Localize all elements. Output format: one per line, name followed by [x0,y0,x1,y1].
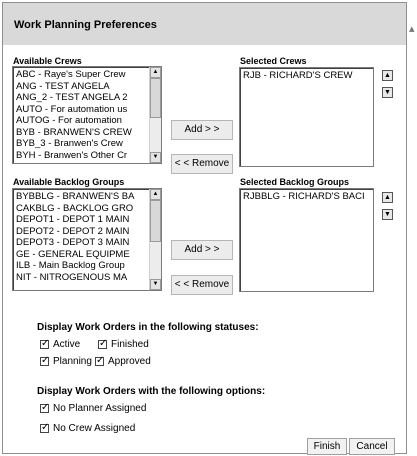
no-crew-assigned-option[interactable]: ✓ No Crew Assigned [40,422,135,434]
status-planning-option[interactable]: ✓ Planning [40,355,92,367]
list-item[interactable]: ABC - Raye's Super Crew [15,69,148,81]
scroll-up-icon[interactable]: ▲ [150,67,161,78]
selected-crews-list[interactable]: RJB - RICHARD'S CREW [239,67,374,167]
dialog-title: Work Planning Preferences [14,19,157,31]
list-item[interactable]: BYB - BRANWEN'S CREW [15,127,148,139]
selected-crews-label: Selected Crews [240,56,307,66]
scroll-caret-icon: ▴ [409,23,415,35]
checkbox[interactable]: ✓ [40,338,50,349]
list-item[interactable]: ANG - TEST ANGELA [15,81,148,93]
list-item[interactable]: RJBBLG - RICHARD'S BACI [242,191,371,203]
available-backlog-list[interactable]: BYBBLG - BRANWEN'S BA CAKBLG - BACKLOG GR… [12,188,162,291]
no-planner-assigned-option[interactable]: ✓ No Planner Assigned [40,402,146,414]
checkmark-icon: ✓ [96,355,105,366]
status-approved-option[interactable]: ✓ Approved [95,355,151,367]
move-down-icon[interactable]: ▼ [382,209,393,220]
dialog-title-bar: Work Planning Preferences [3,3,406,45]
list-item[interactable]: RJB - RICHARD'S CREW [242,70,371,82]
list-item[interactable]: DEPOT3 - DEPOT 3 MAIN [15,237,148,249]
list-item[interactable]: BYH - Branwen's Other Cr [15,150,148,162]
move-down-icon[interactable]: ▼ [382,87,393,98]
list-item[interactable]: ILB - Main Backlog Group [15,260,148,272]
scroll-up-icon[interactable]: ▲ [150,189,161,200]
checkmark-icon: ✓ [41,402,50,413]
list-item[interactable]: AUTOG - For automation [15,115,148,127]
checkbox[interactable]: ✓ [40,402,50,413]
list-item[interactable]: GE - GENERAL EQUIPME [15,249,148,261]
available-backlog-label: Available Backlog Groups [13,177,125,187]
available-crews-scrollbar[interactable]: ▲ ▼ [149,67,161,163]
available-crews-label: Available Crews [13,56,82,66]
options-heading: Display Work Orders with the following o… [37,386,266,397]
checkmark-icon: ✓ [41,422,50,433]
checkmark-icon: ✓ [41,355,50,366]
remove-crew-button[interactable]: < < Remove [171,154,233,174]
checkbox[interactable]: ✓ [40,422,50,433]
add-crew-button[interactable]: Add > > [171,120,233,140]
list-item[interactable]: DEPOT1 - DEPOT 1 MAIN [15,214,148,226]
status-finished-option[interactable]: ✓ Finished [98,338,149,350]
list-item[interactable]: BYB_3 - Branwen's Crew [15,138,148,150]
scroll-thumb[interactable] [150,200,161,242]
move-up-icon[interactable]: ▲ [382,70,393,81]
status-active-option[interactable]: ✓ Active [40,338,80,350]
remove-backlog-button[interactable]: < < Remove [171,275,233,295]
list-item[interactable]: CAKBLG - BACKLOG GRO [15,203,148,215]
statuses-heading: Display Work Orders in the following sta… [37,322,259,333]
move-up-icon[interactable]: ▲ [382,192,393,203]
window-scrollbar[interactable]: ▴ [409,0,417,456]
add-backlog-button[interactable]: Add > > [171,240,233,260]
checkbox[interactable]: ✓ [40,355,50,366]
checkbox[interactable]: ✓ [95,355,105,366]
scroll-down-icon[interactable]: ▼ [150,279,161,290]
list-item[interactable]: BYBBLG - BRANWEN'S BA [15,191,148,203]
cancel-button[interactable]: Cancel [349,438,395,455]
available-crews-list[interactable]: ABC - Raye's Super Crew ANG - TEST ANGELA… [12,66,162,164]
checkmark-icon: ✓ [41,338,50,349]
scroll-down-icon[interactable]: ▼ [150,152,161,163]
scroll-thumb[interactable] [150,78,161,118]
available-backlog-scrollbar[interactable]: ▲ ▼ [149,189,161,290]
list-item[interactable]: ANG_2 - TEST ANGELA 2 [15,92,148,104]
checkmark-icon: ✓ [99,338,108,349]
list-item[interactable]: AUTO - For automation us [15,104,148,116]
selected-backlog-label: Selected Backlog Groups [240,177,350,187]
list-item[interactable]: DEPOT2 - DEPOT 2 MAIN [15,226,148,238]
checkbox[interactable]: ✓ [98,338,108,349]
finish-button[interactable]: Finish [307,438,347,455]
list-item[interactable]: NIT - NITROGENOUS MA [15,272,148,284]
selected-backlog-list[interactable]: RJBBLG - RICHARD'S BACI [239,188,374,292]
